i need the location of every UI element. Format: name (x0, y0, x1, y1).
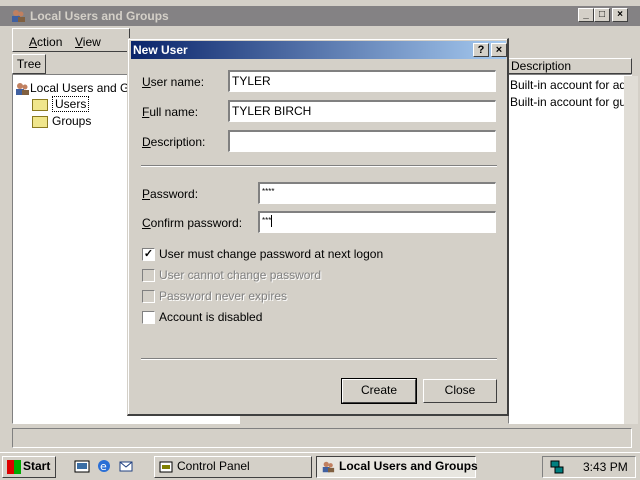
fullname-field[interactable]: TYLER BIRCH (228, 100, 496, 122)
separator (141, 165, 497, 167)
windows-logo-icon (7, 460, 21, 474)
users-console-icon (16, 82, 29, 95)
text-cursor (271, 214, 273, 227)
mmc-title-bar[interactable]: Local Users and Groups _ □ × (0, 6, 640, 26)
task-control-panel-label: Control Panel (177, 459, 250, 473)
username-label: User name: (142, 75, 205, 89)
dialog-title: New User (133, 43, 188, 57)
password-field[interactable]: **** (258, 182, 496, 204)
column-header-description[interactable]: Description (508, 58, 632, 74)
new-user-dialog: New User ? × User name: TYLER Full name:… (127, 38, 509, 416)
maximize-button[interactable]: □ (594, 8, 610, 22)
menu-view[interactable]: View (75, 35, 101, 49)
close-button[interactable]: × (612, 8, 628, 22)
confirm-password-field[interactable]: *** (258, 211, 496, 233)
users-console-icon (322, 461, 335, 473)
list-item[interactable]: Built-in account for guest access (510, 95, 624, 109)
create-button[interactable]: Create (341, 378, 417, 404)
list-item[interactable]: Built-in account for administering the c… (510, 78, 624, 92)
users-console-icon (12, 10, 25, 22)
mmc-menu-bar: Action View (12, 28, 130, 52)
task-local-users-groups[interactable]: Local Users and Groups (316, 456, 478, 478)
menu-action[interactable]: Action (29, 35, 62, 49)
tree-item-users[interactable]: Users (32, 96, 90, 112)
internet-explorer-icon[interactable]: e (96, 458, 112, 474)
svg-text:e: e (100, 460, 107, 473)
task-local-users-groups-label: Local Users and Groups (339, 459, 478, 473)
start-button[interactable]: Start (2, 456, 56, 478)
password-never-expires-checkbox[interactable] (142, 290, 155, 303)
scrollbar[interactable] (624, 76, 638, 424)
close-dialog-button[interactable]: Close (423, 379, 497, 403)
system-tray: 3:43 PM (542, 456, 636, 478)
status-bar (12, 428, 632, 448)
clock[interactable]: 3:43 PM (583, 460, 628, 474)
network-icon[interactable] (549, 459, 565, 475)
tree-item-users-label: Users (52, 96, 90, 112)
show-desktop-icon[interactable] (74, 458, 90, 474)
folder-icon (32, 115, 48, 128)
dialog-close-button[interactable]: × (491, 43, 507, 57)
task-control-panel[interactable]: Control Panel (154, 456, 312, 478)
list-pane (508, 74, 632, 424)
cannot-change-password-label: User cannot change password (159, 268, 322, 282)
separator (141, 358, 497, 360)
password-never-expires-label: Password never expires (159, 289, 288, 303)
username-field[interactable]: TYLER (228, 70, 496, 92)
help-button[interactable]: ? (473, 43, 489, 57)
folder-icon (32, 98, 48, 111)
confirm-password-label: Confirm password: (142, 216, 243, 230)
must-change-password-checkbox[interactable]: ✓ (142, 248, 155, 261)
confirm-password-value: *** (262, 216, 272, 225)
must-change-password-label: User must change password at next logon (159, 247, 384, 261)
cannot-change-password-checkbox[interactable] (142, 269, 155, 282)
tab-tree[interactable]: Tree (12, 54, 46, 74)
description-field[interactable] (228, 130, 496, 152)
outlook-express-icon[interactable] (118, 458, 134, 474)
minimize-button[interactable]: _ (578, 8, 594, 22)
control-panel-icon (159, 461, 173, 473)
tree-item-groups[interactable]: Groups (32, 113, 91, 129)
mmc-title-text: Local Users and Groups (30, 9, 169, 23)
account-disabled-label: Account is disabled (159, 310, 263, 324)
description-label: Description: (142, 135, 206, 149)
start-label: Start (23, 459, 51, 473)
dialog-title-bar[interactable]: New User ? × (131, 41, 507, 59)
tree-item-groups-label: Groups (52, 114, 92, 128)
password-label: Password: (142, 187, 199, 201)
fullname-label: Full name: (142, 105, 199, 119)
account-disabled-checkbox[interactable] (142, 311, 155, 324)
taskbar: Start e Control Panel Local Users and Gr… (0, 452, 640, 480)
